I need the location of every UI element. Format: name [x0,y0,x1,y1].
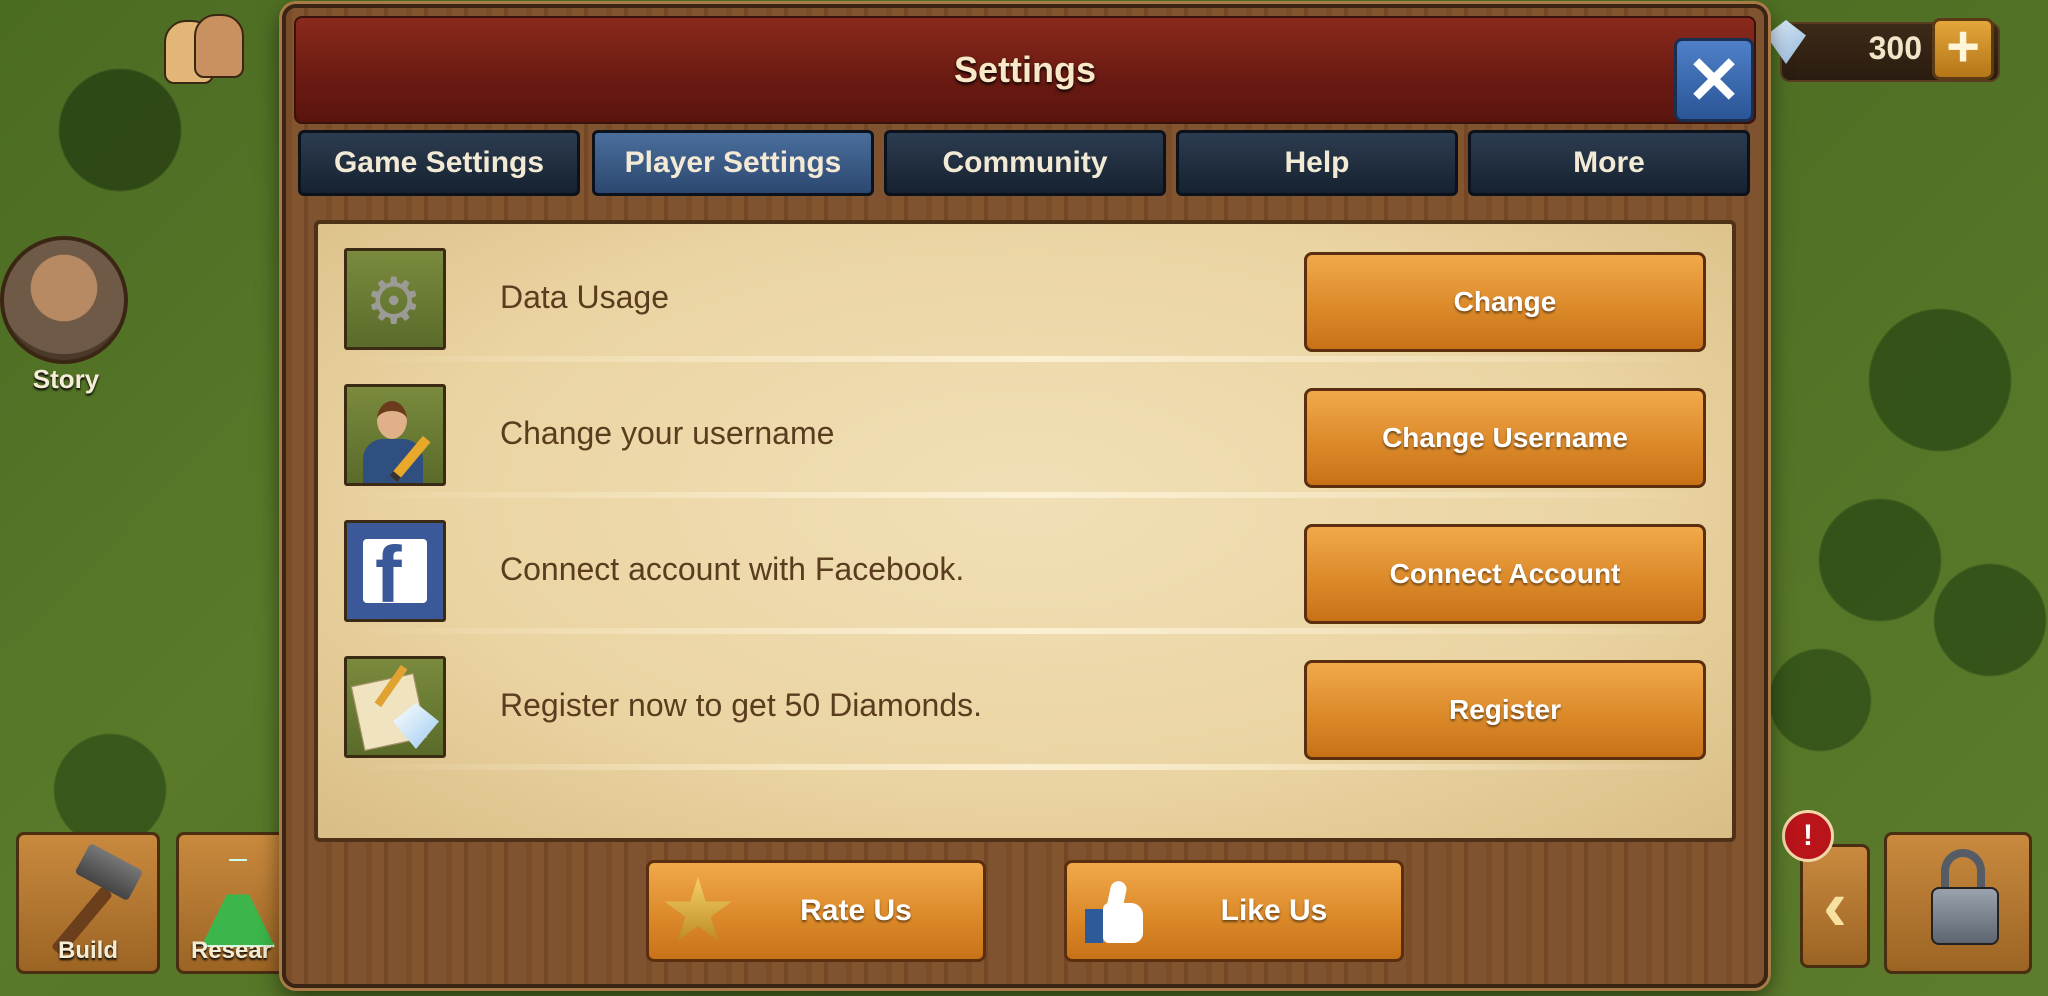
story-button[interactable]: Story [0,236,132,396]
friend-avatar [194,14,244,78]
tab-more[interactable]: More [1468,130,1750,196]
change-username-button[interactable]: Change Username [1304,388,1706,488]
expand-menu-button[interactable]: ‹ [1800,844,1870,968]
row-label: Data Usage [500,279,669,315]
story-label: Story [32,364,100,394]
build-button[interactable]: Build [16,832,160,974]
build-label: Build [58,937,118,964]
flask-icon [201,859,275,947]
locked-feature-button[interactable] [1884,832,2032,974]
like-us-label: Like Us [1220,894,1328,927]
rate-us-button[interactable]: Rate Us [646,860,986,962]
diamond-count: 300 [1868,30,1922,66]
row-label: Change your username [500,415,835,451]
alert-badge: ! [1782,810,1834,862]
settings-row-register: Register now to get 50 Diamonds. Registe… [344,646,1714,770]
star-icon [664,877,732,941]
gears-icon: ⚙ [344,248,446,350]
like-us-button[interactable]: Like Us [1064,860,1404,962]
connect-account-button[interactable]: Connect Account [1304,524,1706,624]
settings-tabs: Game Settings Player Settings Community … [298,130,1756,202]
row-divider [344,356,1714,362]
rate-us-label: Rate Us [800,894,912,927]
settings-row-username: Change your username Change Username [344,374,1714,498]
register-button[interactable]: Register [1304,660,1706,760]
settings-row-data-usage: ⚙ Data Usage Change [344,238,1714,362]
research-label: Resear [190,937,272,964]
dialog-title-bar: Settings ✕ [294,16,1756,124]
settings-dialog: Settings ✕ Game Settings Player Settings… [282,4,1768,988]
tab-help[interactable]: Help [1176,130,1458,196]
row-divider [344,764,1714,770]
row-divider [344,628,1714,634]
register-diamonds-icon [344,656,446,758]
thumbs-up-icon [1081,877,1151,947]
tab-player-settings[interactable]: Player Settings [592,130,874,196]
lock-body [1931,887,1999,945]
buy-diamonds-button[interactable]: + [1932,18,1994,80]
settings-panel: ⚙ Data Usage Change Change your username… [314,220,1736,842]
user-edit-icon [344,384,446,486]
story-avatar [0,236,128,364]
row-label: Connect account with Facebook. [500,551,965,587]
facebook-icon: f [344,520,446,622]
change-data-usage-button[interactable]: Change [1304,252,1706,352]
dialog-title: Settings [953,49,1096,90]
friends-portraits[interactable] [160,14,280,84]
settings-row-facebook: f Connect account with Facebook. Connect… [344,510,1714,634]
research-button[interactable]: Resear [176,832,286,974]
tab-community[interactable]: Community [884,130,1166,196]
close-button[interactable]: ✕ [1674,38,1754,122]
tab-game-settings[interactable]: Game Settings [298,130,580,196]
row-divider [344,492,1714,498]
row-label: Register now to get 50 Diamonds. [500,687,983,723]
